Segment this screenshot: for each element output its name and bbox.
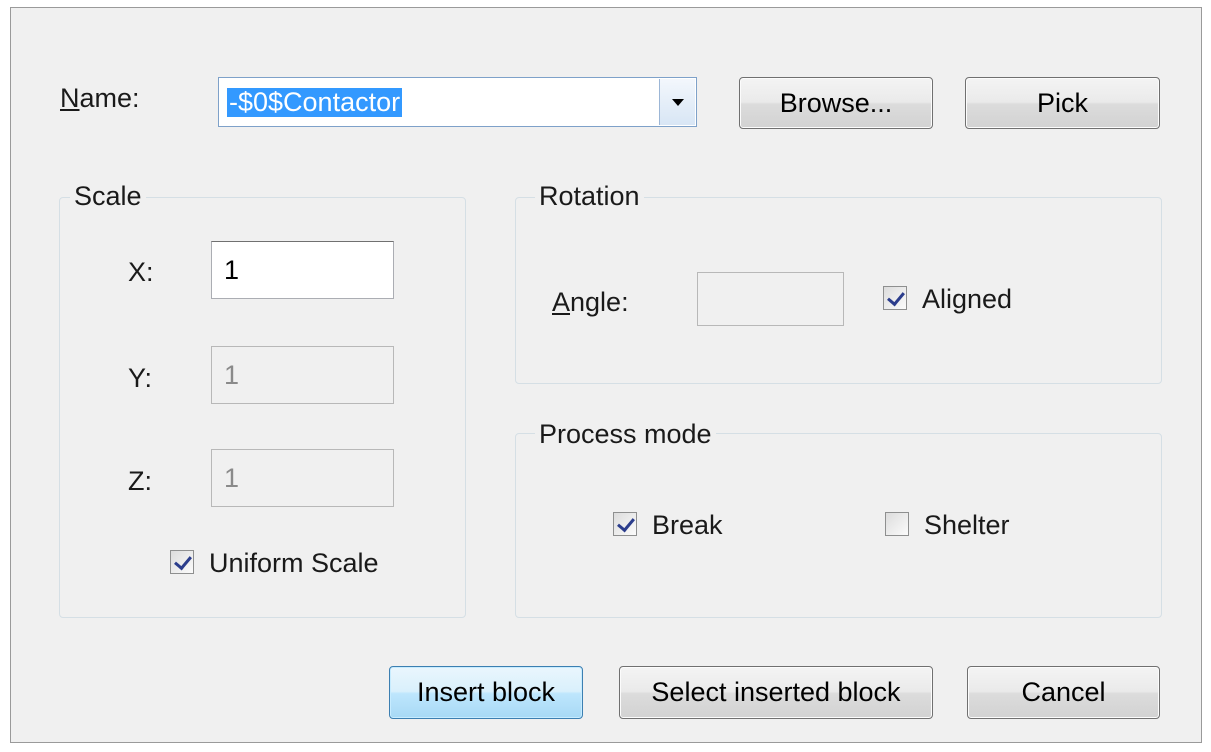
- shelter-checkbox[interactable]: [885, 512, 909, 536]
- rotation-group-title: Rotation: [535, 181, 644, 211]
- scale-y-label: Y:: [128, 363, 153, 393]
- aligned-label[interactable]: Aligned: [922, 286, 1012, 313]
- process-mode-group-title: Process mode: [535, 419, 716, 449]
- browse-button[interactable]: Browse...: [739, 77, 933, 129]
- angle-input[interactable]: [697, 272, 844, 326]
- scale-x-input[interactable]: 1: [211, 241, 394, 299]
- name-label: Name:: [60, 85, 140, 112]
- shelter-label[interactable]: Shelter: [924, 512, 1010, 539]
- aligned-checkbox[interactable]: [883, 286, 907, 310]
- chevron-down-icon: [672, 99, 684, 106]
- angle-label-text: ngle:: [570, 287, 629, 317]
- block-name-dropdown-button[interactable]: [659, 79, 695, 125]
- uniform-scale-label[interactable]: Uniform Scale: [209, 550, 379, 577]
- angle-label-mnemonic: A: [552, 287, 571, 317]
- angle-label: Angle:: [552, 289, 629, 316]
- cancel-button[interactable]: Cancel: [967, 666, 1160, 719]
- select-inserted-block-button[interactable]: Select inserted block: [619, 666, 933, 719]
- insert-block-button[interactable]: Insert block: [389, 666, 583, 719]
- scale-z-input[interactable]: 1: [211, 449, 394, 507]
- uniform-scale-checkbox[interactable]: [170, 550, 194, 574]
- scale-group-title: Scale: [70, 181, 146, 211]
- scale-y-input[interactable]: 1: [211, 346, 394, 404]
- break-label[interactable]: Break: [652, 512, 723, 539]
- pick-button[interactable]: Pick: [965, 77, 1160, 129]
- block-name-value[interactable]: -$0$Contactor: [227, 88, 403, 117]
- insert-block-dialog: Name: -$0$Contactor Browse... Pick Scale…: [10, 7, 1202, 743]
- name-label-mnemonic: N: [60, 83, 80, 113]
- break-checkbox[interactable]: [613, 512, 637, 536]
- scale-x-label: X:: [128, 257, 154, 287]
- name-label-text: ame:: [79, 83, 140, 113]
- scale-z-label: Z:: [128, 466, 152, 496]
- block-name-combobox[interactable]: -$0$Contactor: [218, 77, 697, 127]
